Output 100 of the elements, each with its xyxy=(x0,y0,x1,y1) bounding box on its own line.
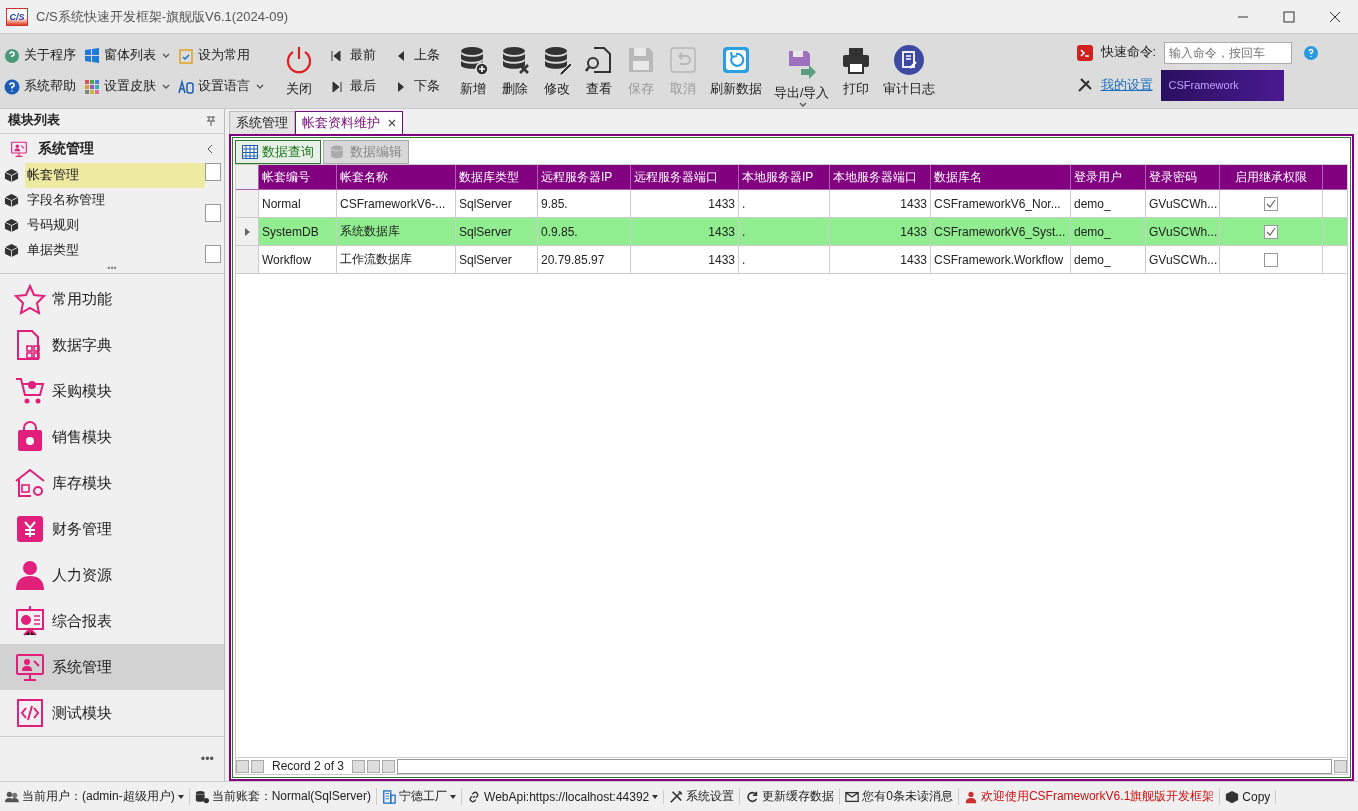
module-button[interactable]: 综合报表 xyxy=(0,598,224,645)
column-header[interactable]: 远程服务器IP xyxy=(538,165,631,190)
column-header[interactable]: 启用继承权限 xyxy=(1220,165,1323,190)
refresh-icon xyxy=(721,44,751,75)
row-header-cell[interactable] xyxy=(236,218,259,246)
toolbar-button[interactable]: 新增 xyxy=(452,44,494,98)
toolbar-button[interactable]: 设为常用 xyxy=(178,47,264,64)
windows-icon xyxy=(84,47,100,64)
module-button[interactable]: 财务管理 xyxy=(0,506,224,553)
command-input[interactable]: 输入命令，按回车 xyxy=(1164,41,1292,64)
module-item[interactable]: 帐套管理 xyxy=(25,163,205,189)
module-button[interactable]: 测试模块 xyxy=(0,690,224,737)
close-button[interactable]: 关闭 xyxy=(278,44,320,98)
status-item[interactable]: 欢迎使用CSFrameworkV6.1旗舰版开发框架 xyxy=(958,788,1221,805)
warehouse-icon xyxy=(14,467,46,500)
module-button[interactable]: 数据字典 xyxy=(0,322,224,369)
more-button[interactable]: ••• xyxy=(200,752,214,767)
document-tab[interactable]: 帐套资料维护 xyxy=(295,111,403,134)
horizontal-scrollbar[interactable] xyxy=(397,758,1332,774)
column-header[interactable]: 数据库类型 xyxy=(456,165,538,190)
building-icon xyxy=(382,789,397,804)
document-tab[interactable]: 系统管理 xyxy=(229,111,295,134)
nav-button[interactable]: 下条 xyxy=(394,78,440,95)
monitor-user-icon xyxy=(10,139,28,158)
status-item[interactable]: 更新缓存数据 xyxy=(740,788,841,805)
toolbar-button[interactable]: 刷新数据 xyxy=(704,44,768,98)
monitor-user-icon xyxy=(14,651,46,684)
row-indicator-icon xyxy=(244,227,250,236)
column-header[interactable]: 本地服务器IP xyxy=(739,165,830,190)
status-item[interactable]: 系统设置 xyxy=(664,788,741,805)
toolbar-button[interactable]: 打印 xyxy=(835,44,878,98)
toolbar-button[interactable]: 关于程序 xyxy=(4,47,76,64)
toolbar-button[interactable]: 删除 xyxy=(494,44,536,98)
scroll-left-button[interactable] xyxy=(382,759,396,773)
first-page-button[interactable] xyxy=(236,759,249,773)
row-header-cell[interactable] xyxy=(236,246,259,274)
module-button[interactable]: 采购模块 xyxy=(0,368,224,415)
table-cell: 1433 xyxy=(830,218,931,246)
status-item[interactable]: WebApi:https://localhost:44392 xyxy=(462,789,665,804)
module-button[interactable]: 人力资源 xyxy=(0,552,224,599)
users-icon xyxy=(5,789,19,804)
column-header[interactable]: 本地服务器端口 xyxy=(830,165,931,190)
window-title: C/S系统快速开发框架-旗舰版V6.1(2024-09) xyxy=(36,7,289,26)
star-icon xyxy=(14,283,46,316)
checkbox[interactable] xyxy=(1264,252,1278,267)
module-button[interactable]: 库存模块 xyxy=(0,460,224,507)
scroll-up-button[interactable] xyxy=(205,163,221,182)
status-item[interactable]: 宁德工厂 xyxy=(377,788,463,805)
view-tab[interactable]: 数据查询 xyxy=(235,140,321,164)
toolbar-button[interactable]: 修改 xyxy=(536,44,578,98)
caret-icon xyxy=(798,101,807,108)
row-header-cell[interactable] xyxy=(236,190,259,218)
my-settings-link[interactable]: 我的设置 xyxy=(1100,76,1153,94)
column-header[interactable]: 远程服务器端口 xyxy=(631,165,739,190)
scroll-thumb[interactable] xyxy=(205,204,221,223)
nav-button[interactable]: 最后 xyxy=(330,78,376,95)
module-button[interactable]: 系统管理 xyxy=(0,644,224,691)
toolbar-button[interactable]: 导出/导入 xyxy=(768,48,836,108)
toolbar-button[interactable]: 设置语言 xyxy=(178,78,264,95)
toolbar-button[interactable]: 审计日志 xyxy=(877,44,942,98)
mail-icon xyxy=(845,789,860,804)
clipboard-icon xyxy=(178,47,194,64)
status-item[interactable]: Copy xyxy=(1220,789,1277,804)
previous-page-button[interactable] xyxy=(251,759,264,773)
nav-button[interactable]: 上条 xyxy=(394,47,440,64)
help-icon[interactable] xyxy=(1304,45,1318,60)
toolbar-button[interactable]: 设置皮肤 xyxy=(84,78,170,95)
cube-icon xyxy=(4,243,19,259)
status-item[interactable]: 当前账套：Normal(SqlServer) xyxy=(189,788,378,805)
module-button[interactable]: 常用功能 xyxy=(0,276,224,323)
person-icon xyxy=(14,559,46,592)
database-add-icon xyxy=(458,44,488,75)
table-cell: CSFramework.Workflow xyxy=(931,246,1071,274)
scroll-right-button[interactable] xyxy=(1334,759,1347,773)
module-item[interactable]: 号码规则 xyxy=(25,213,205,239)
next-page-button[interactable] xyxy=(352,759,366,773)
status-item[interactable]: 您有0条未读消息 xyxy=(840,788,959,805)
table-cell: demo_ xyxy=(1071,246,1146,274)
toolbar-button[interactable]: 系统帮助 xyxy=(4,78,76,95)
module-item[interactable]: 字段名称管理 xyxy=(25,188,205,214)
toolbar-button[interactable]: 查看 xyxy=(578,44,620,98)
table-cell: SqlServer xyxy=(456,218,538,246)
scroll-down-button[interactable] xyxy=(205,245,221,264)
toolbar-button[interactable]: 窗体列表 xyxy=(84,47,170,64)
module-item[interactable]: 单据类型 xyxy=(25,238,205,264)
column-header[interactable]: 登录密码 xyxy=(1146,165,1220,190)
checkbox[interactable] xyxy=(1264,224,1278,239)
status-item[interactable]: 当前用户：(admin-超级用户) xyxy=(0,788,190,805)
column-header[interactable]: 帐套名称 xyxy=(337,165,456,190)
checkbox[interactable] xyxy=(1264,196,1278,211)
cube-icon xyxy=(1225,789,1240,804)
column-header[interactable]: 数据库名 xyxy=(931,165,1071,190)
column-header[interactable]: 登录用户 xyxy=(1071,165,1146,190)
last-page-button[interactable] xyxy=(367,759,381,773)
nav-button[interactable]: 最前 xyxy=(330,47,376,64)
pin-icon[interactable] xyxy=(206,115,216,126)
collapse-icon[interactable] xyxy=(206,143,214,154)
column-header[interactable]: 帐套编号 xyxy=(259,165,337,190)
module-button[interactable]: 销售模块 xyxy=(0,414,224,461)
close-icon[interactable] xyxy=(388,119,396,127)
